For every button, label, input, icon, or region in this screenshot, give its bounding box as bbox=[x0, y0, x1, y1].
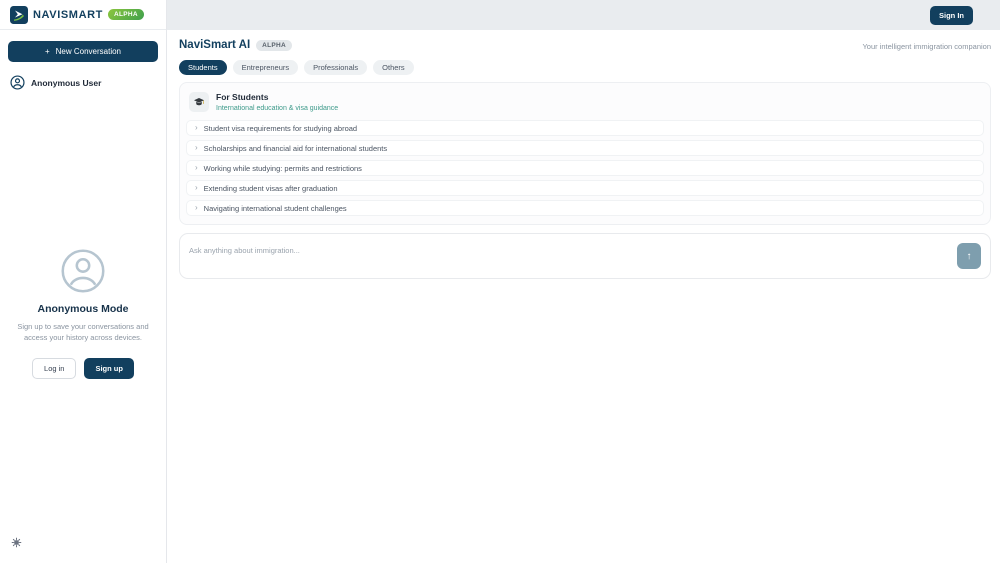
plus-icon: + bbox=[45, 47, 50, 56]
signup-button[interactable]: Sign up bbox=[84, 358, 134, 379]
top-bar: Sign In bbox=[167, 0, 1000, 30]
suggestion-label: Extending student visas after graduation bbox=[204, 184, 338, 193]
alpha-badge-grey: ALPHA bbox=[256, 40, 292, 51]
chevron-right-icon: › bbox=[195, 124, 198, 132]
chevron-right-icon: › bbox=[195, 184, 198, 192]
auth-buttons: Log in Sign up bbox=[32, 358, 134, 379]
suggestion-item[interactable]: › Student visa requirements for studying… bbox=[186, 120, 984, 136]
sidebar: NAVISMART ALPHA + New Conversation Anony… bbox=[0, 0, 167, 563]
theme-toggle-sun-icon[interactable] bbox=[11, 537, 22, 548]
user-circle-icon bbox=[10, 75, 25, 90]
suggestions-subtitle: International education & visa guidance bbox=[216, 105, 338, 112]
brand-name: NAVISMART bbox=[33, 9, 103, 21]
category-tabs: Students Entrepreneurs Professionals Oth… bbox=[179, 60, 991, 75]
app-window: NAVISMART ALPHA + New Conversation Anony… bbox=[0, 0, 1000, 563]
chevron-right-icon: › bbox=[195, 144, 198, 152]
suggestion-item[interactable]: › Working while studying: permits and re… bbox=[186, 160, 984, 176]
graduation-cap-icon bbox=[189, 92, 209, 112]
suggestion-label: Student visa requirements for studying a… bbox=[204, 124, 357, 133]
new-conversation-button[interactable]: + New Conversation bbox=[8, 41, 158, 62]
sign-in-button[interactable]: Sign In bbox=[930, 6, 973, 25]
main-content: NaviSmart AI ALPHA Your intelligent immi… bbox=[167, 30, 1000, 279]
page-header: NaviSmart AI ALPHA Your intelligent immi… bbox=[179, 39, 991, 51]
alpha-badge: ALPHA bbox=[108, 9, 144, 20]
suggestions-header: For Students International education & v… bbox=[186, 89, 984, 120]
suggestion-label: Working while studying: permits and rest… bbox=[204, 164, 362, 173]
tab-professionals[interactable]: Professionals bbox=[304, 60, 367, 75]
main-area: Sign In NaviSmart AI ALPHA Your intellig… bbox=[167, 0, 1000, 563]
message-composer: ↑ bbox=[179, 233, 991, 279]
brand-header: NAVISMART ALPHA bbox=[0, 0, 166, 30]
anonymous-user-label: Anonymous User bbox=[31, 78, 101, 88]
chat-input[interactable] bbox=[189, 242, 949, 270]
suggestion-label: Navigating international student challen… bbox=[204, 204, 347, 213]
tab-others[interactable]: Others bbox=[373, 60, 414, 75]
anonymous-mode-title: Anonymous Mode bbox=[38, 303, 129, 315]
chevron-right-icon: › bbox=[195, 204, 198, 212]
tab-students[interactable]: Students bbox=[179, 60, 227, 75]
anonymous-mode-panel: Anonymous Mode Sign up to save your conv… bbox=[0, 100, 166, 527]
suggestion-item[interactable]: › Extending student visas after graduati… bbox=[186, 180, 984, 196]
new-conversation-label: New Conversation bbox=[56, 47, 121, 56]
send-arrow-icon: ↑ bbox=[967, 251, 972, 262]
anonymous-avatar-icon bbox=[60, 248, 106, 294]
tagline: Your intelligent immigration companion bbox=[862, 42, 991, 51]
chevron-right-icon: › bbox=[195, 164, 198, 172]
suggestions-card: For Students International education & v… bbox=[179, 82, 991, 225]
page-title: NaviSmart AI bbox=[179, 39, 250, 51]
anonymous-mode-description: Sign up to save your conversations and a… bbox=[14, 321, 152, 344]
suggestion-item[interactable]: › Scholarships and financial aid for int… bbox=[186, 140, 984, 156]
sidebar-footer bbox=[0, 527, 166, 563]
suggestions-list: › Student visa requirements for studying… bbox=[186, 120, 984, 216]
suggestion-item[interactable]: › Navigating international student chall… bbox=[186, 200, 984, 216]
tab-entrepreneurs[interactable]: Entrepreneurs bbox=[233, 60, 299, 75]
suggestion-label: Scholarships and financial aid for inter… bbox=[204, 144, 387, 153]
send-button[interactable]: ↑ bbox=[957, 243, 981, 269]
login-button[interactable]: Log in bbox=[32, 358, 76, 379]
anonymous-user-row[interactable]: Anonymous User bbox=[0, 62, 166, 100]
navismart-logo-icon bbox=[10, 6, 28, 24]
suggestions-title: For Students bbox=[216, 92, 338, 102]
